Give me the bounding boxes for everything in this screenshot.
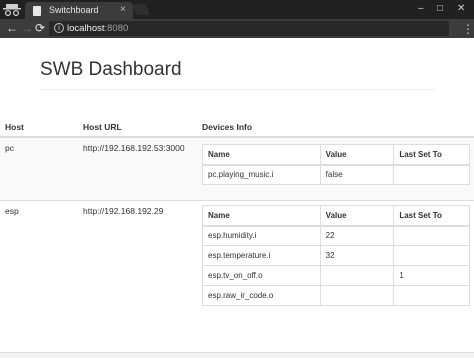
device-last-set (393, 285, 470, 306)
device-row: pc.playing_music.i false (202, 164, 470, 185)
devices-info-column-header: Devices Info (202, 122, 253, 132)
last-set-column-header: Last Set To (393, 144, 470, 166)
minimize-icon[interactable]: – (418, 2, 424, 16)
name-column-header: Name (202, 205, 321, 227)
host-name: esp (5, 206, 19, 216)
title-divider (40, 89, 436, 90)
browser-tab[interactable]: Switchboard × (25, 2, 133, 19)
device-last-set: 1 (393, 265, 470, 286)
page-icon (33, 6, 41, 16)
address-bar[interactable]: i localhost:8080 (49, 21, 449, 36)
device-last-set (393, 225, 470, 246)
new-tab-button[interactable] (131, 4, 151, 15)
host-row: esp http://192.168.192.29 Name Value Las… (0, 201, 474, 311)
close-tab-icon[interactable]: × (120, 4, 126, 16)
host-column-header: Host (5, 122, 24, 132)
device-row: esp.raw_ir_code.o (202, 285, 470, 306)
devices-header-row: Name Value Last Set To (202, 205, 470, 227)
reload-icon[interactable]: ⟳ (35, 20, 45, 36)
incognito-icon (3, 4, 21, 16)
maximize-icon[interactable]: □ (437, 2, 443, 16)
host-url-column-header: Host URL (83, 122, 122, 132)
close-window-icon[interactable]: ✕ (457, 2, 465, 16)
device-name: esp.tv_on_off.o (202, 265, 321, 286)
url-port: :8080 (104, 23, 129, 34)
device-value: 22 (319, 225, 395, 246)
info-icon[interactable]: i (54, 23, 64, 33)
host-url: http://192.168.192.53:3000 (83, 143, 185, 153)
tab-title: Switchboard (49, 5, 99, 15)
page-bottom-edge (0, 352, 474, 358)
device-name: esp.temperature.i (202, 245, 321, 266)
device-row: esp.temperature.i 32 (202, 245, 470, 266)
device-name: esp.humidity.i (202, 225, 321, 246)
device-name: esp.raw_ir_code.o (202, 285, 321, 306)
devices-table: Name Value Last Set To esp.humidity.i 22… (202, 205, 470, 306)
host-url: http://192.168.192.29 (83, 206, 164, 216)
device-name: pc.playing_music.i (202, 164, 321, 185)
devices-header-row: Name Value Last Set To (202, 144, 470, 166)
host-row: pc http://192.168.192.53:3000 Name Value… (0, 138, 474, 200)
device-row: esp.humidity.i 22 (202, 225, 470, 246)
device-last-set (393, 164, 470, 185)
value-column-header: Value (319, 144, 395, 166)
forward-icon[interactable]: → (21, 20, 33, 36)
device-value: false (319, 164, 395, 185)
devices-table: Name Value Last Set To pc.playing_music.… (202, 144, 470, 185)
host-name: pc (5, 143, 14, 153)
url-host: localhost (67, 23, 105, 34)
browser-menu-icon[interactable]: ⋮ (462, 22, 474, 36)
device-last-set (393, 245, 470, 266)
name-column-header: Name (202, 144, 321, 166)
back-icon[interactable]: ← (6, 20, 18, 36)
browser-tab-bar: Switchboard × – □ ✕ (0, 0, 474, 19)
device-value (319, 265, 395, 286)
last-set-column-header: Last Set To (393, 205, 470, 227)
device-value: 32 (319, 245, 395, 266)
device-value (319, 285, 395, 306)
device-row: esp.tv_on_off.o 1 (202, 265, 470, 286)
page-title: SWB Dashboard (40, 59, 182, 80)
value-column-header: Value (319, 205, 395, 227)
